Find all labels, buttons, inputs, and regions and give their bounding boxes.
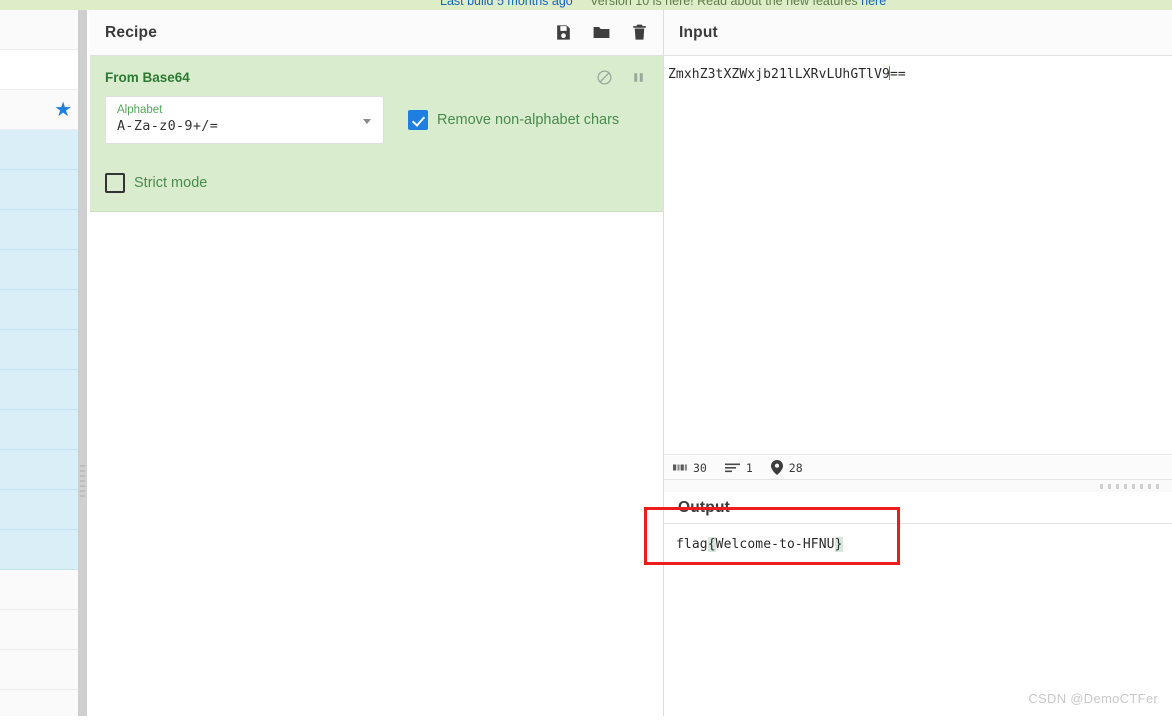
- recipe-header: Recipe: [90, 10, 663, 56]
- alphabet-value: A-Za-z0-9+/=: [117, 118, 219, 134]
- splitter-grip[interactable]: [1100, 484, 1164, 489]
- banner-version-note: Version 10 is here! Read about the new f…: [590, 0, 858, 8]
- banner-text: Last build 5 months ago Version 10 is he…: [440, 0, 886, 8]
- strict-mode-checkbox[interactable]: Strict mode: [105, 173, 207, 193]
- list-item[interactable]: [0, 570, 78, 610]
- input-lines-value: 1: [745, 460, 753, 475]
- list-item[interactable]: [0, 10, 78, 50]
- output-body: Welcome-to-HFNU: [715, 537, 835, 552]
- input-header: Input: [664, 10, 1172, 56]
- list-item[interactable]: [0, 490, 78, 530]
- list-item[interactable]: [0, 690, 78, 716]
- input-text: ZmxhZ3tXZWxjb21lLXRvLUhGTlV9==: [668, 66, 1172, 84]
- list-item[interactable]: [0, 450, 78, 490]
- checkbox-unchecked-icon[interactable]: [105, 173, 125, 193]
- remove-non-alphabet-label: Remove non-alphabet chars: [437, 112, 620, 128]
- vertical-splitter[interactable]: [78, 10, 90, 716]
- list-item[interactable]: [0, 130, 78, 170]
- disable-circle-slash-icon[interactable]: [596, 69, 613, 86]
- chevron-down-icon[interactable]: [363, 119, 371, 124]
- banner-here-link[interactable]: here: [861, 0, 886, 8]
- operation-arguments: Alphabet A-Za-z0-9+/= Remove non-alphabe…: [90, 90, 663, 144]
- output-header: Output: [664, 492, 1172, 524]
- list-item-favourite[interactable]: ★: [0, 90, 78, 130]
- output-prefix: flag: [676, 537, 708, 552]
- operation-arguments-secondary: Strict mode: [90, 173, 663, 193]
- list-item[interactable]: [0, 290, 78, 330]
- recipe-actions: [554, 23, 649, 42]
- remove-non-alphabet-checkbox[interactable]: Remove non-alphabet chars: [408, 110, 619, 130]
- input-position-value: 28: [788, 460, 803, 475]
- list-item[interactable]: [0, 170, 78, 210]
- lines-icon: [724, 463, 740, 473]
- banner-last-build: Last build 5 months ago: [440, 0, 573, 8]
- save-icon[interactable]: [554, 23, 573, 42]
- list-item[interactable]: [0, 330, 78, 370]
- top-banner: Last build 5 months ago Version 10 is he…: [0, 0, 1172, 10]
- operation-controls: [596, 69, 647, 86]
- operation-title: From Base64: [105, 70, 190, 85]
- list-item[interactable]: [0, 410, 78, 450]
- output-text: flag{Welcome-to-HFNU}: [676, 536, 1172, 554]
- page-title: Recipe: [105, 23, 158, 41]
- operation-title-row: From Base64: [90, 56, 663, 90]
- cyberchef-app: Last build 5 months ago Version 10 is he…: [0, 0, 1172, 726]
- io-column: Input ZmxhZ3tXZWxjb21lLXRvLUhGTlV9== 30: [664, 10, 1172, 726]
- input-value: ZmxhZ3tXZWxjb21lLXRvLUhGTlV9: [668, 67, 890, 82]
- strict-mode-label: Strict mode: [134, 175, 208, 191]
- operations-list[interactable]: ★: [0, 10, 79, 716]
- splitter-bar: [78, 10, 87, 716]
- horizontal-splitter[interactable]: [664, 480, 1172, 492]
- trash-icon[interactable]: [630, 23, 649, 42]
- watermark: CSDN @DemoCTFer: [1028, 691, 1158, 706]
- list-item[interactable]: [0, 250, 78, 290]
- status-lines: 1: [724, 460, 753, 475]
- output-brace-close: }: [834, 537, 843, 552]
- input-title: Input: [679, 23, 718, 41]
- input-length-value: 30: [693, 460, 707, 475]
- input-value-tail: ==: [889, 67, 906, 82]
- alphabet-select[interactable]: Alphabet A-Za-z0-9+/=: [105, 96, 384, 144]
- list-item[interactable]: [0, 530, 78, 570]
- list-item[interactable]: [0, 610, 78, 650]
- folder-icon[interactable]: [592, 23, 611, 42]
- status-length: 30: [673, 461, 707, 475]
- list-item[interactable]: [0, 50, 78, 90]
- list-item[interactable]: [0, 370, 78, 410]
- checkbox-checked-icon[interactable]: [408, 110, 428, 130]
- recipe-panel: Recipe From Base64 Alphabet A-Za-z0-9+/=…: [90, 10, 664, 716]
- input-status-bar: 30 1 28: [664, 456, 1172, 480]
- recipe-operation-from-base64[interactable]: From Base64 Alphabet A-Za-z0-9+/= Remove…: [90, 56, 663, 212]
- star-icon: ★: [54, 98, 72, 121]
- alphabet-label: Alphabet: [117, 104, 163, 116]
- output-brace-open: {: [707, 537, 716, 552]
- status-position: 28: [770, 460, 803, 475]
- splitter-grip[interactable]: [80, 465, 85, 499]
- input-textarea[interactable]: ZmxhZ3tXZWxjb21lLXRvLUhGTlV9==: [664, 56, 1172, 455]
- pause-breakpoint-icon[interactable]: [630, 69, 647, 86]
- list-item[interactable]: [0, 210, 78, 250]
- output-title: Output: [678, 498, 730, 516]
- list-item[interactable]: [0, 650, 78, 690]
- map-pin-position-icon: [770, 460, 783, 475]
- abc-length-icon: [673, 464, 687, 471]
